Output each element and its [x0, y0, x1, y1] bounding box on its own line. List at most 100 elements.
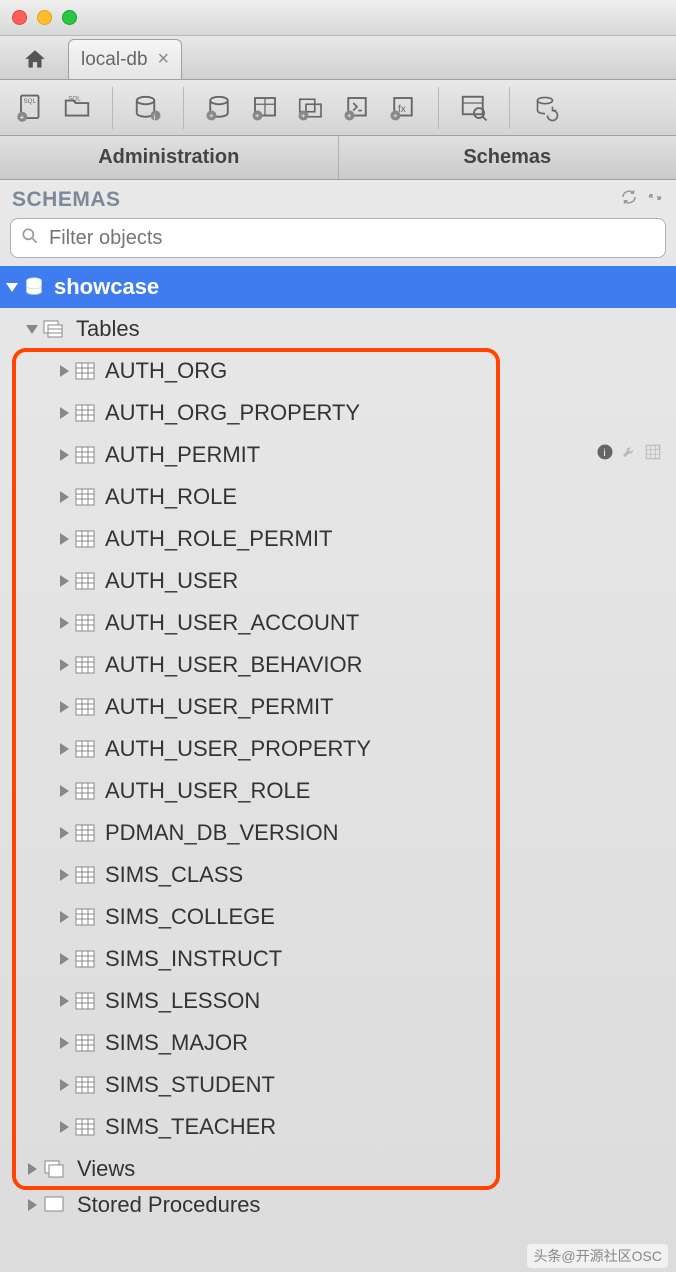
tables-icon	[42, 319, 66, 339]
new-view-button[interactable]: +	[290, 87, 332, 129]
views-icon	[43, 1159, 67, 1179]
new-procedure-button[interactable]: +	[336, 87, 378, 129]
table-name-label: AUTH_USER	[105, 568, 238, 594]
table-name-label: SIMS_COLLEGE	[105, 904, 275, 930]
table-name-label: SIMS_INSTRUCT	[105, 946, 282, 972]
table-icon	[75, 824, 95, 842]
table-node[interactable]: AUTH_ORG	[0, 350, 676, 392]
close-window-button[interactable]	[12, 10, 27, 25]
chevron-right-icon	[60, 407, 69, 419]
table-node[interactable]: PDMAN_DB_VERSION	[0, 812, 676, 854]
svg-text:+: +	[20, 112, 25, 121]
table-node[interactable]: AUTH_ORG_PROPERTY	[0, 392, 676, 434]
search-table-button[interactable]	[453, 87, 495, 129]
tab-schemas[interactable]: Schemas	[339, 136, 676, 179]
table-node[interactable]: SIMS_MAJOR	[0, 1022, 676, 1064]
table-name-label: AUTH_ROLE_PERMIT	[105, 526, 332, 552]
table-icon	[75, 488, 95, 506]
procedure-add-icon: +	[342, 93, 372, 123]
svg-text:+: +	[209, 111, 214, 120]
table-add-icon: +	[250, 93, 280, 123]
table-node[interactable]: AUTH_ROLE	[0, 476, 676, 518]
table-name-label: AUTH_ORG_PROPERTY	[105, 400, 360, 426]
table-node[interactable]: AUTH_USER_PERMIT	[0, 686, 676, 728]
wrench-icon[interactable]	[620, 443, 638, 467]
schema-tree: showcase Tables AUTH_ORG AUTH_ORG_PROPERT…	[0, 266, 676, 1220]
close-tab-button[interactable]: ×	[158, 48, 170, 71]
connection-tab[interactable]: local-db ×	[68, 39, 182, 79]
table-search-icon	[459, 93, 489, 123]
chevron-right-icon	[60, 911, 69, 923]
maximize-window-button[interactable]	[62, 10, 77, 25]
stored-procedures-folder[interactable]: Stored Procedures	[0, 1190, 676, 1220]
table-node[interactable]: AUTH_PERMIT i	[0, 434, 676, 476]
table-name-label: AUTH_ROLE	[105, 484, 237, 510]
table-node[interactable]: SIMS_STUDENT	[0, 1064, 676, 1106]
refresh-schemas-button[interactable]	[620, 188, 638, 212]
table-name-label: AUTH_USER_ROLE	[105, 778, 310, 804]
table-icon	[75, 530, 95, 548]
chevron-right-icon	[60, 365, 69, 377]
chevron-right-icon	[60, 785, 69, 797]
table-node[interactable]: AUTH_USER_ROLE	[0, 770, 676, 812]
table-node[interactable]: AUTH_USER	[0, 560, 676, 602]
chevron-right-icon	[60, 743, 69, 755]
chevron-down-icon	[6, 283, 18, 292]
schema-panel: SCHEMAS showcase Tables AUTH_ORGAUTH_ORG…	[0, 180, 676, 1272]
new-sql-file-button[interactable]: SQL +	[10, 87, 52, 129]
table-node[interactable]: AUTH_USER_ACCOUNT	[0, 602, 676, 644]
table-node[interactable]: SIMS_TEACHER	[0, 1106, 676, 1148]
table-node[interactable]: SIMS_CLASS	[0, 854, 676, 896]
table-node[interactable]: AUTH_USER_PROPERTY	[0, 728, 676, 770]
table-node[interactable]: AUTH_ROLE_PERMIT	[0, 518, 676, 560]
chevron-down-icon	[26, 325, 38, 334]
table-node[interactable]: SIMS_COLLEGE	[0, 896, 676, 938]
table-name-label: SIMS_STUDENT	[105, 1072, 275, 1098]
svg-text:+: +	[347, 111, 352, 120]
table-node[interactable]: AUTH_USER_BEHAVIOR	[0, 644, 676, 686]
table-node[interactable]: SIMS_INSTRUCT	[0, 938, 676, 980]
stored-procedures-label: Stored Procedures	[77, 1192, 260, 1218]
info-icon[interactable]: i	[596, 443, 614, 467]
filter-objects-input[interactable]	[10, 218, 666, 258]
grid-icon[interactable]	[644, 443, 662, 467]
tables-folder[interactable]: Tables	[0, 308, 676, 350]
svg-text:+: +	[301, 111, 306, 120]
new-schema-button[interactable]: +	[198, 87, 240, 129]
chevron-right-icon	[60, 617, 69, 629]
schema-node[interactable]: showcase	[0, 266, 676, 308]
svg-text:SQL: SQL	[24, 98, 37, 105]
view-add-icon: +	[296, 93, 326, 123]
chevron-right-icon	[60, 827, 69, 839]
home-button[interactable]	[10, 41, 60, 79]
open-sql-file-button[interactable]: SQL	[56, 87, 98, 129]
table-name-label: PDMAN_DB_VERSION	[105, 820, 339, 846]
table-icon	[75, 950, 95, 968]
minimize-window-button[interactable]	[37, 10, 52, 25]
search-icon	[20, 226, 40, 252]
table-name-label: AUTH_PERMIT	[105, 442, 260, 468]
chevron-right-icon	[60, 449, 69, 461]
table-name-label: SIMS_MAJOR	[105, 1030, 248, 1056]
collapse-all-button[interactable]	[646, 188, 664, 212]
table-icon	[75, 1118, 95, 1136]
chevron-right-icon	[28, 1199, 37, 1211]
table-name-label: AUTH_USER_PROPERTY	[105, 736, 371, 762]
table-icon	[75, 740, 95, 758]
server-status-button[interactable]: i	[127, 87, 169, 129]
tab-administration[interactable]: Administration	[0, 136, 339, 179]
home-icon	[22, 47, 48, 73]
svg-text:+: +	[393, 111, 398, 120]
tab-label: local-db	[81, 49, 148, 71]
procedures-icon	[43, 1195, 67, 1215]
table-icon	[75, 1034, 95, 1052]
views-folder[interactable]: Views	[0, 1148, 676, 1190]
table-node[interactable]: SIMS_LESSON	[0, 980, 676, 1022]
watermark: 头条@开源社区OSC	[527, 1244, 668, 1268]
table-icon	[75, 404, 95, 422]
database-add-icon: +	[204, 93, 234, 123]
new-function-button[interactable]: fx+	[382, 87, 424, 129]
reconnect-button[interactable]	[524, 87, 566, 129]
new-table-button[interactable]: +	[244, 87, 286, 129]
server-info-icon: i	[133, 93, 163, 123]
